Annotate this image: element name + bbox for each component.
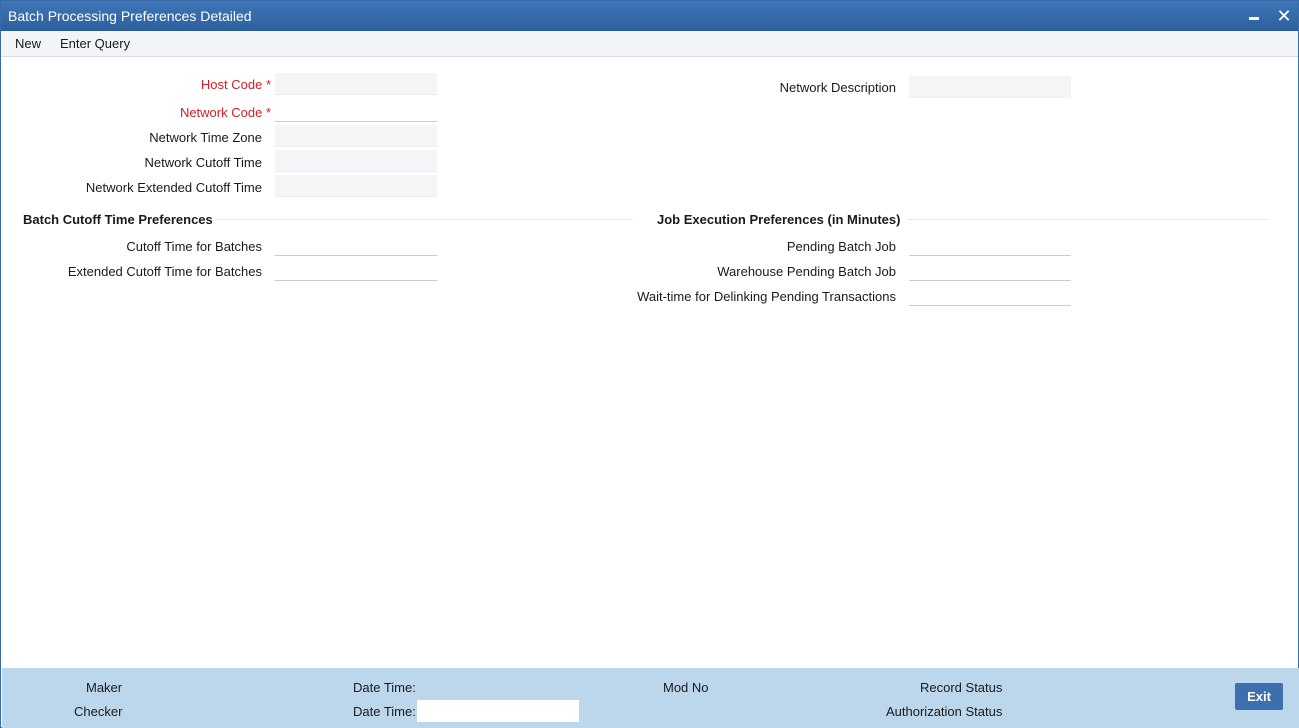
menu-enter-query[interactable]: Enter Query	[60, 36, 130, 51]
pending-batch-job-field[interactable]	[909, 234, 1071, 256]
network-code-label: Network Code *	[180, 105, 271, 120]
section-divider	[217, 219, 633, 220]
exit-button[interactable]: Exit	[1235, 683, 1283, 710]
host-code-field[interactable]	[275, 73, 437, 95]
wait-time-delinking-field[interactable]	[909, 284, 1071, 306]
host-code-label: Host Code *	[201, 77, 271, 92]
extended-cutoff-time-for-batches-label: Extended Cutoff Time for Batches	[67, 264, 262, 279]
required-mark: *	[265, 105, 271, 120]
network-extended-cutoff-time-label: Network Extended Cutoff Time	[85, 180, 262, 195]
checker-date-time-label: Date Time:	[353, 704, 416, 719]
maker-label: Maker	[86, 680, 123, 695]
mod-no-label: Mod No	[663, 680, 709, 695]
audit-footer: Maker Checker Date Time: Date Time: Mod …	[2, 668, 1299, 728]
checker-date-time-field	[417, 700, 579, 722]
warehouse-pending-batch-job-label: Warehouse Pending Batch Job	[717, 264, 896, 279]
batch-cutoff-section-title: Batch Cutoff Time Preferences	[23, 212, 213, 227]
record-status-label: Record Status	[920, 680, 1003, 695]
network-cutoff-time-field[interactable]	[275, 150, 437, 172]
network-code-field[interactable]	[275, 100, 437, 122]
network-code-label-text: Network Code	[179, 105, 263, 120]
menu-new[interactable]: New	[15, 36, 41, 51]
job-execution-section-title: Job Execution Preferences (in Minutes)	[657, 212, 901, 227]
checker-label: Checker	[74, 704, 123, 719]
warehouse-pending-batch-job-field[interactable]	[909, 259, 1071, 281]
extended-cutoff-time-for-batches-field[interactable]	[275, 259, 437, 281]
cutoff-time-for-batches-label: Cutoff Time for Batches	[126, 239, 262, 254]
minimize-icon[interactable]	[1245, 6, 1265, 26]
batch-preferences-window: Batch Processing Preferences Detailed ✕ …	[0, 0, 1299, 728]
wait-time-delinking-label: Wait-time for Delinking Pending Transact…	[637, 289, 896, 304]
network-description-field[interactable]	[909, 76, 1071, 98]
cutoff-time-for-batches-field[interactable]	[275, 234, 437, 256]
menu-bar: New Enter Query	[1, 31, 1298, 57]
authorization-status-label: Authorization Status	[886, 704, 1003, 719]
required-mark: *	[265, 77, 271, 92]
pending-batch-job-label: Pending Batch Job	[786, 239, 896, 254]
host-code-label-text: Host Code	[200, 77, 263, 92]
maker-date-time-label: Date Time:	[353, 680, 416, 695]
window-title: Batch Processing Preferences Detailed	[8, 8, 252, 24]
section-divider	[907, 219, 1267, 220]
title-bar: Batch Processing Preferences Detailed ✕	[1, 1, 1298, 31]
network-extended-cutoff-time-field[interactable]	[275, 175, 437, 197]
close-icon[interactable]: ✕	[1274, 6, 1294, 26]
network-time-zone-label: Network Time Zone	[149, 130, 262, 145]
network-description-label: Network Description	[779, 80, 896, 95]
network-cutoff-time-label: Network Cutoff Time	[144, 155, 262, 170]
network-time-zone-field[interactable]	[275, 125, 437, 147]
